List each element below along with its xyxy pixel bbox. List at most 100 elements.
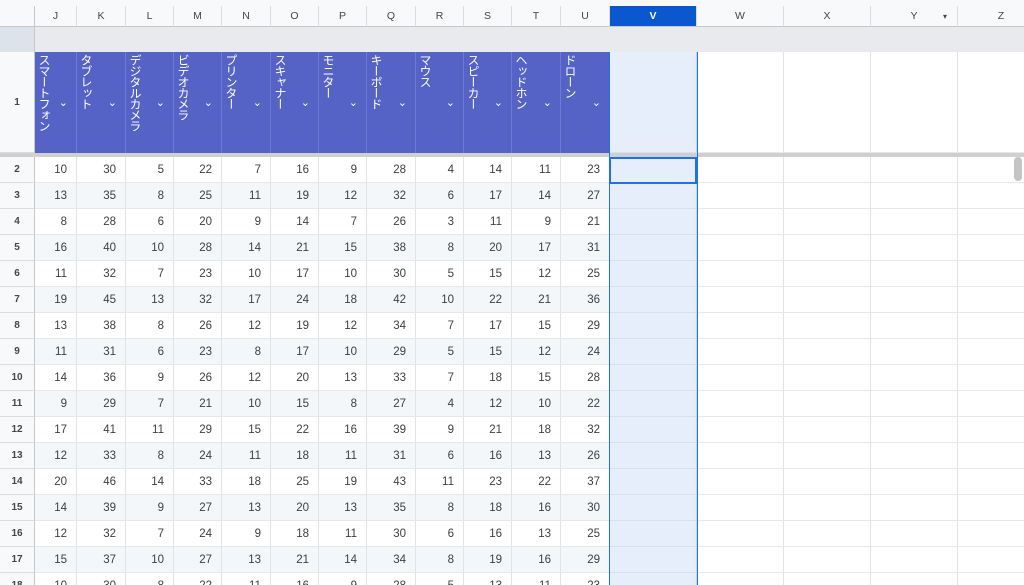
data-cell[interactable]: 33 bbox=[367, 365, 416, 391]
chevron-down-icon[interactable]: ⌄ bbox=[253, 96, 262, 109]
row-header-4[interactable]: 4 bbox=[0, 209, 35, 235]
table-header-cell[interactable]: ヘッドホン ⌄ bbox=[512, 52, 561, 153]
chevron-down-icon[interactable]: ⌄ bbox=[592, 96, 601, 109]
data-cell[interactable]: 27 bbox=[561, 183, 610, 209]
column-header-m[interactable]: M bbox=[174, 6, 222, 27]
row-header-8[interactable]: 8 bbox=[0, 313, 35, 339]
data-cell[interactable]: 33 bbox=[174, 469, 222, 495]
data-cell[interactable]: 12 bbox=[319, 313, 367, 339]
data-cell[interactable]: 22 bbox=[271, 417, 319, 443]
empty-cell[interactable] bbox=[697, 443, 784, 469]
data-cell[interactable]: 5 bbox=[416, 339, 464, 365]
data-cell[interactable]: 10 bbox=[512, 391, 561, 417]
empty-cell[interactable] bbox=[610, 52, 697, 153]
row-header-11[interactable]: 11 bbox=[0, 391, 35, 417]
data-cell[interactable]: 15 bbox=[319, 235, 367, 261]
chevron-down-icon[interactable]: ⌄ bbox=[349, 96, 358, 109]
data-cell[interactable]: 28 bbox=[367, 573, 416, 585]
data-cell[interactable]: 12 bbox=[512, 261, 561, 287]
row-header-17[interactable]: 17 bbox=[0, 547, 35, 573]
data-cell[interactable]: 20 bbox=[35, 469, 77, 495]
data-cell[interactable]: 24 bbox=[174, 443, 222, 469]
empty-cell[interactable] bbox=[871, 365, 958, 391]
table-header-cell[interactable]: ビデオカメラ ⌄ bbox=[174, 52, 222, 153]
data-cell[interactable]: 15 bbox=[35, 547, 77, 573]
data-cell[interactable]: 19 bbox=[464, 547, 512, 573]
data-cell[interactable]: 13 bbox=[512, 521, 561, 547]
data-cell[interactable]: 46 bbox=[77, 469, 126, 495]
data-cell[interactable]: 21 bbox=[271, 547, 319, 573]
data-cell[interactable]: 9 bbox=[222, 521, 271, 547]
empty-cell[interactable] bbox=[958, 339, 1024, 365]
data-cell[interactable]: 16 bbox=[464, 521, 512, 547]
data-cell[interactable]: 24 bbox=[561, 339, 610, 365]
empty-cell[interactable] bbox=[610, 469, 697, 495]
data-cell[interactable]: 31 bbox=[77, 339, 126, 365]
data-cell[interactable]: 7 bbox=[126, 261, 174, 287]
data-cell[interactable]: 35 bbox=[77, 183, 126, 209]
data-cell[interactable]: 11 bbox=[464, 209, 512, 235]
empty-cell[interactable] bbox=[697, 157, 784, 183]
data-cell[interactable]: 5 bbox=[126, 157, 174, 183]
data-cell[interactable]: 17 bbox=[271, 261, 319, 287]
empty-cell[interactable] bbox=[871, 547, 958, 573]
empty-cell[interactable] bbox=[697, 573, 784, 585]
data-cell[interactable]: 21 bbox=[512, 287, 561, 313]
data-cell[interactable]: 23 bbox=[561, 573, 610, 585]
data-cell[interactable]: 24 bbox=[174, 521, 222, 547]
data-cell[interactable]: 27 bbox=[174, 547, 222, 573]
data-cell[interactable]: 29 bbox=[367, 339, 416, 365]
empty-cell[interactable] bbox=[958, 183, 1024, 209]
data-cell[interactable]: 30 bbox=[77, 573, 126, 585]
data-cell[interactable]: 28 bbox=[174, 235, 222, 261]
data-cell[interactable]: 8 bbox=[222, 339, 271, 365]
data-cell[interactable]: 7 bbox=[126, 521, 174, 547]
data-cell[interactable]: 6 bbox=[416, 521, 464, 547]
data-cell[interactable]: 29 bbox=[174, 417, 222, 443]
row-header-3[interactable]: 3 bbox=[0, 183, 35, 209]
empty-cell[interactable] bbox=[871, 469, 958, 495]
data-cell[interactable]: 15 bbox=[464, 261, 512, 287]
row-header-5[interactable]: 5 bbox=[0, 235, 35, 261]
empty-cell[interactable] bbox=[610, 391, 697, 417]
empty-cell[interactable] bbox=[958, 521, 1024, 547]
data-cell[interactable]: 21 bbox=[271, 235, 319, 261]
data-cell[interactable]: 17 bbox=[464, 183, 512, 209]
column-header-s[interactable]: S bbox=[464, 6, 512, 27]
data-cell[interactable]: 12 bbox=[222, 313, 271, 339]
empty-cell[interactable] bbox=[784, 261, 871, 287]
chevron-down-icon[interactable]: ⌄ bbox=[398, 96, 407, 109]
data-cell[interactable]: 8 bbox=[126, 313, 174, 339]
empty-cell[interactable] bbox=[697, 417, 784, 443]
row-header-16[interactable]: 16 bbox=[0, 521, 35, 547]
data-cell[interactable]: 27 bbox=[174, 495, 222, 521]
data-cell[interactable]: 32 bbox=[77, 261, 126, 287]
data-cell[interactable]: 17 bbox=[271, 339, 319, 365]
data-cell[interactable]: 16 bbox=[271, 573, 319, 585]
data-cell[interactable]: 22 bbox=[174, 157, 222, 183]
table-header-cell[interactable]: スマートフォン ⌄ bbox=[35, 52, 77, 153]
empty-cell[interactable] bbox=[871, 183, 958, 209]
empty-cell[interactable] bbox=[958, 52, 1024, 153]
empty-cell[interactable] bbox=[784, 417, 871, 443]
empty-cell[interactable] bbox=[784, 339, 871, 365]
empty-cell[interactable] bbox=[958, 287, 1024, 313]
empty-cell[interactable] bbox=[871, 287, 958, 313]
data-cell[interactable]: 14 bbox=[222, 235, 271, 261]
data-cell[interactable]: 17 bbox=[512, 235, 561, 261]
column-header-j[interactable]: J bbox=[35, 6, 77, 27]
empty-cell[interactable] bbox=[610, 547, 697, 573]
column-header-o[interactable]: O bbox=[271, 6, 319, 27]
row-header-15[interactable]: 15 bbox=[0, 495, 35, 521]
chevron-down-icon[interactable]: ⌄ bbox=[108, 96, 117, 109]
data-cell[interactable]: 41 bbox=[77, 417, 126, 443]
data-cell[interactable]: 35 bbox=[367, 495, 416, 521]
empty-cell[interactable] bbox=[697, 261, 784, 287]
data-cell[interactable]: 10 bbox=[222, 261, 271, 287]
data-cell[interactable]: 14 bbox=[319, 547, 367, 573]
data-cell[interactable]: 33 bbox=[77, 443, 126, 469]
data-cell[interactable]: 30 bbox=[367, 521, 416, 547]
select-all-corner[interactable] bbox=[0, 6, 35, 27]
data-cell[interactable]: 38 bbox=[367, 235, 416, 261]
chevron-down-icon[interactable]: ⌄ bbox=[446, 96, 455, 109]
